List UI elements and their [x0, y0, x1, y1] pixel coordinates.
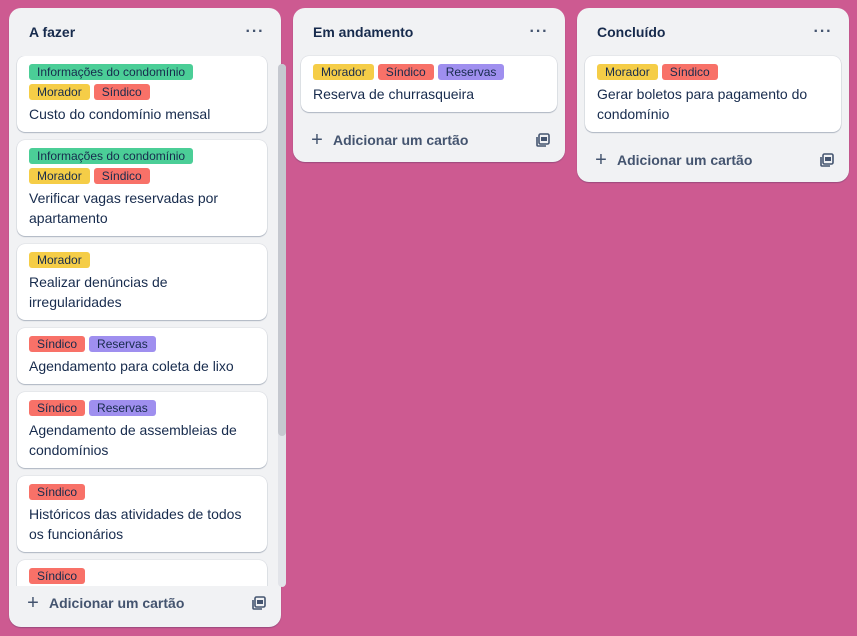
plus-icon: + — [311, 129, 323, 151]
card-template-icon[interactable] — [535, 132, 551, 148]
list-concluido: Concluído ··· Morador Síndico Gerar bole… — [577, 8, 849, 182]
list-em-andamento: Em andamento ··· Morador Síndico Reserva… — [293, 8, 565, 162]
label-sindico[interactable]: Síndico — [93, 168, 150, 184]
card-template-icon[interactable] — [251, 595, 267, 611]
list-title[interactable]: Concluído — [597, 24, 665, 40]
label-morador[interactable]: Morador — [29, 84, 90, 100]
card-title: Agendamento de assembleias de condomínio… — [29, 422, 237, 458]
list-menu-icon[interactable]: ··· — [243, 20, 267, 44]
list-header: Concluído ··· — [577, 8, 849, 56]
card-labels: Morador — [29, 252, 255, 268]
card-container: Morador Síndico Gerar boletos para pagam… — [577, 56, 849, 132]
label-morador[interactable]: Morador — [29, 252, 90, 268]
list-title[interactable]: A fazer — [29, 24, 75, 40]
list-a-fazer: A fazer ··· Informações do condomínio Mo… — [9, 8, 286, 627]
add-card-button[interactable]: + Adicionar um cartão — [593, 150, 752, 170]
label-reservas[interactable]: Reservas — [437, 64, 505, 80]
label-reservas[interactable]: Reservas — [89, 336, 156, 352]
label-reservas[interactable]: Reservas — [89, 400, 156, 416]
label-sindico[interactable]: Síndico — [93, 84, 150, 100]
card-labels: Síndico — [29, 568, 255, 584]
card-title: Verificar vagas reservadas por apartamen… — [29, 190, 219, 226]
label-morador[interactable]: Morador — [313, 64, 374, 80]
card-title: Históricos das atividades de todos os fu… — [29, 506, 242, 542]
label-morador[interactable]: Morador — [597, 64, 658, 80]
add-card-label: Adicionar um cartão — [333, 132, 469, 148]
label-morador[interactable]: Morador — [29, 168, 90, 184]
card-labels: Informações do condomínio Morador Síndic… — [29, 148, 255, 184]
add-card-button[interactable]: + Adicionar um cartão — [309, 130, 468, 150]
scrollbar-thumb[interactable] — [278, 64, 286, 436]
card[interactable]: Informações do condomínio Morador Síndic… — [17, 140, 267, 236]
list-menu-icon[interactable]: ··· — [527, 20, 551, 44]
add-card-label: Adicionar um cartão — [49, 595, 185, 611]
label-sindico[interactable]: Síndico — [377, 64, 434, 80]
list-menu-icon[interactable]: ··· — [811, 20, 835, 44]
card[interactable]: Informações do condomínio Morador Síndic… — [17, 56, 267, 132]
label-sindico[interactable]: Síndico — [661, 64, 718, 80]
plus-icon: + — [27, 592, 39, 614]
card-labels: Síndico — [29, 484, 255, 500]
card[interactable]: Morador Síndico Gerar boletos para pagam… — [585, 56, 841, 132]
list-header: Em andamento ··· — [293, 8, 565, 56]
card-title: Custo do condomínio mensal — [29, 106, 211, 122]
label-sindico[interactable]: Síndico — [29, 400, 86, 416]
label-sindico[interactable]: Síndico — [29, 568, 86, 584]
card-title: Agendamento para coleta de lixo — [29, 358, 234, 374]
list-footer: + Adicionar um cartão — [293, 120, 565, 160]
card[interactable]: Morador Síndico Reservas Reserva de chur… — [301, 56, 557, 112]
card[interactable]: Morador Realizar denúncias de irregulari… — [17, 244, 267, 320]
card-title: Realizar denúncias de irregularidades — [29, 274, 168, 310]
card-container: Informações do condomínio Morador Síndic… — [9, 56, 281, 586]
card-title: Gerar boletos para pagamento do condomín… — [597, 86, 808, 122]
card[interactable]: Síndico Reservas Agendamento para coleta… — [17, 328, 267, 384]
card[interactable]: Síndico Reservas Agendamento de assemble… — [17, 392, 267, 468]
add-card-button[interactable]: + Adicionar um cartão — [25, 593, 184, 613]
add-card-label: Adicionar um cartão — [617, 152, 753, 168]
card-labels: Morador Síndico Reservas — [313, 64, 545, 80]
card[interactable]: Síndico Históricos das atividades de tod… — [17, 476, 267, 552]
card-title: Reserva de churrasqueira — [313, 86, 475, 102]
card-labels: Síndico Reservas — [29, 336, 255, 352]
label-sindico[interactable]: Síndico — [29, 336, 86, 352]
list-title[interactable]: Em andamento — [313, 24, 413, 40]
list-footer: + Adicionar um cartão — [577, 140, 849, 180]
card-template-icon[interactable] — [819, 152, 835, 168]
plus-icon: + — [595, 149, 607, 171]
label-sindico[interactable]: Síndico — [29, 484, 86, 500]
card-labels: Síndico Reservas — [29, 400, 255, 416]
card-container: Morador Síndico Reservas Reserva de chur… — [293, 56, 565, 112]
list-header: A fazer ··· — [9, 8, 281, 56]
list-footer: + Adicionar um cartão — [9, 583, 281, 623]
card-labels: Informações do condomínio Morador Síndic… — [29, 64, 255, 100]
label-informacoes[interactable]: Informações do condomínio — [29, 148, 194, 164]
label-informacoes[interactable]: Informações do condomínio — [29, 64, 194, 80]
card-labels: Morador Síndico — [597, 64, 829, 80]
board: A fazer ··· Informações do condomínio Mo… — [0, 0, 857, 636]
